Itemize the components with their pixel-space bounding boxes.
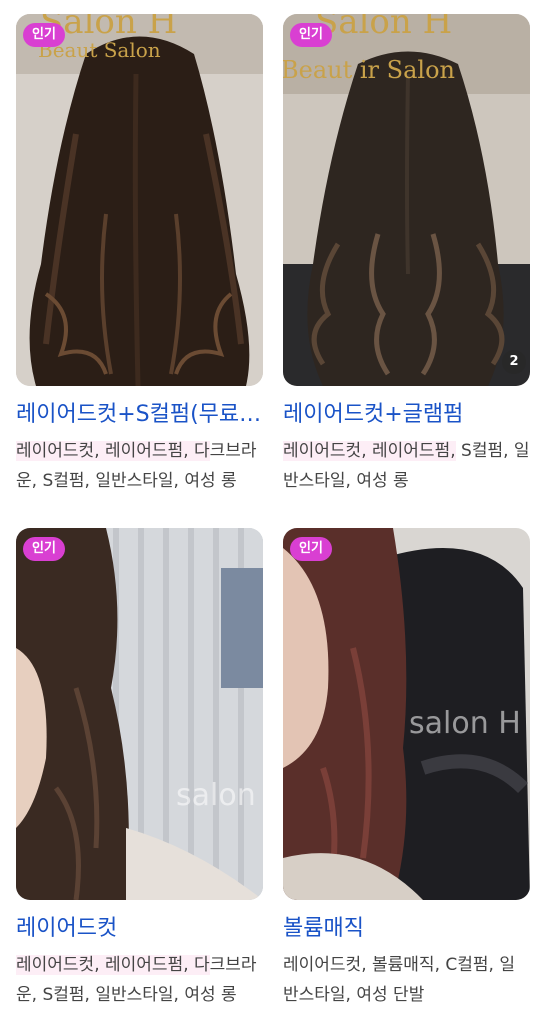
style-card[interactable]: salon 인기 레이어드컷 레이어드컷, 레이어드펌, 다크브라운, S컬펌,… xyxy=(16,528,263,1010)
style-photo[interactable]: Salon H Beaut Salon 인기 xyxy=(16,14,263,386)
popular-badge: 인기 xyxy=(23,23,65,47)
watermark: salon H xyxy=(409,706,521,741)
watermark: salon xyxy=(176,778,256,813)
tags-highlighted: 레이어드컷, 레이어드펌, 다 xyxy=(16,441,210,461)
tags-rest: 레이어드컷, 볼륨매직, C컬펌, 일반스타일, 여성 단발 xyxy=(283,955,515,1005)
style-title[interactable]: 볼륨매직 xyxy=(283,914,530,944)
popular-badge: 인기 xyxy=(23,537,65,561)
tags-highlighted: 레이어드컷, 레이어드펌, xyxy=(283,441,456,461)
popular-badge: 인기 xyxy=(290,23,332,47)
hairstyle-grid: Salon H Beaut Salon 인기 레이어드컷+S컬펌(무료업그레이드… xyxy=(0,0,537,1024)
style-card[interactable]: Salon H Beaut ir Salon 인기 2 레이어드컷+글램펌 레이… xyxy=(283,14,530,496)
style-card[interactable]: salon H 인기 볼륨매직 레이어드컷, 볼륨매직, C컬펌, 일반스타일,… xyxy=(283,528,530,1010)
tags-highlighted: 레이어드컷, 레이어드펌, 다 xyxy=(16,955,210,975)
style-tags: 레이어드컷, 레이어드펌, 다크브라운, S컬펌, 일반스타일, 여성 롱 xyxy=(16,950,263,1010)
hair-photo-illustration xyxy=(16,14,263,386)
popular-badge: 인기 xyxy=(290,537,332,561)
style-card[interactable]: Salon H Beaut Salon 인기 레이어드컷+S컬펌(무료업그레이드… xyxy=(16,14,263,496)
salon-sign-text: Salon H xyxy=(315,14,453,42)
style-title[interactable]: 레이어드컷+글램펌 xyxy=(283,400,530,430)
style-title[interactable]: 레이어드컷+S컬펌(무료업그레이드) xyxy=(16,400,263,430)
salon-sign-subtext: Beaut ir Salon xyxy=(283,56,455,84)
style-photo[interactable]: salon H 인기 xyxy=(283,528,530,900)
style-title[interactable]: 레이어드컷 xyxy=(16,914,263,944)
style-tags: 레이어드컷, 레이어드펌, 다크브라운, S컬펌, 일반스타일, 여성 롱 xyxy=(16,436,263,496)
style-photo[interactable]: Salon H Beaut ir Salon 인기 2 xyxy=(283,14,530,386)
image-count-badge: 2 xyxy=(502,350,526,374)
style-tags: 레이어드컷, 레이어드펌, S컬펌, 일반스타일, 여성 롱 xyxy=(283,436,530,496)
hair-photo-illustration xyxy=(16,528,263,900)
style-photo[interactable]: salon 인기 xyxy=(16,528,263,900)
style-tags: 레이어드컷, 볼륨매직, C컬펌, 일반스타일, 여성 단발 xyxy=(283,950,530,1010)
